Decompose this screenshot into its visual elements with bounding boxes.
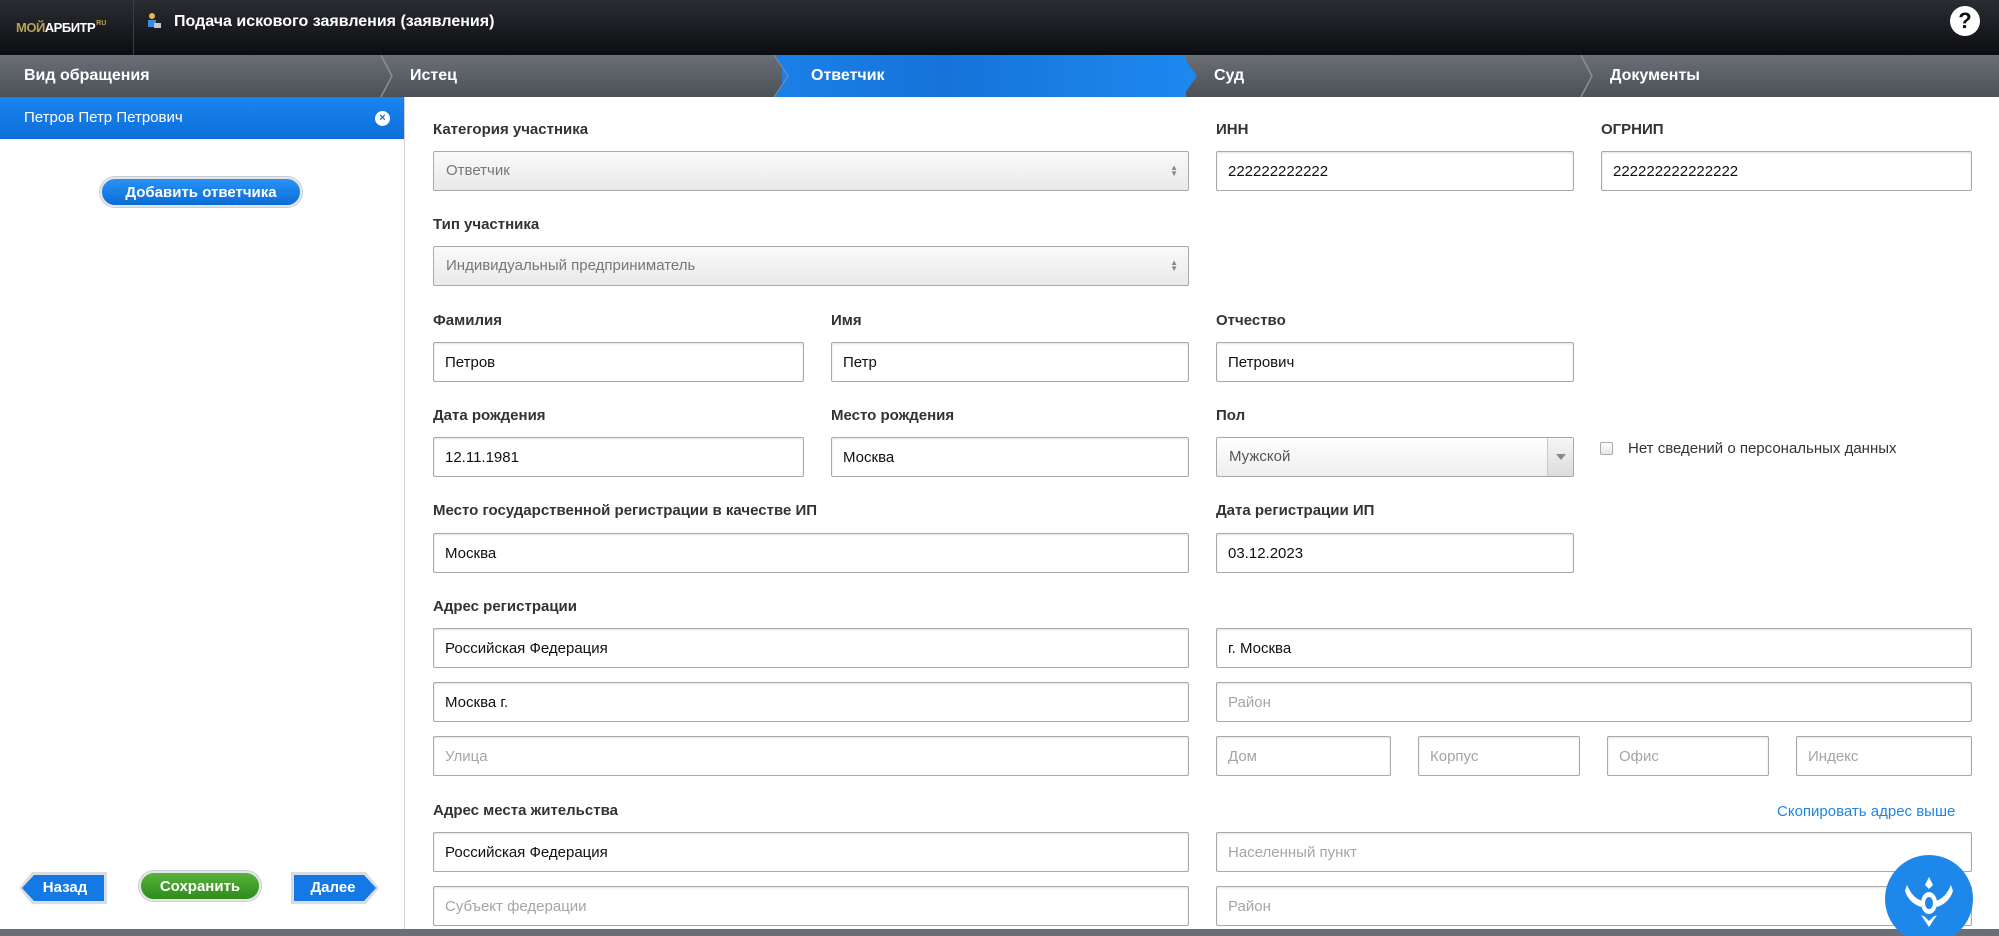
judge-icon (148, 13, 161, 28)
copy-address-link[interactable]: Скопировать адрес выше (1777, 803, 1955, 820)
defendants-sidebar: Петров Петр Петрович × Добавить ответчик… (0, 97, 405, 929)
updown-icon: ▲ ▼ (1170, 258, 1178, 273)
page-title: Подача искового заявления (заявления) (174, 13, 495, 30)
reg-place-field[interactable] (433, 533, 1189, 573)
reg-address-label: Адрес регистрации (433, 598, 578, 615)
residence-address-label: Адрес места жительства (433, 802, 618, 819)
sidebar-item-defendant[interactable]: Петров Петр Петрович (0, 97, 404, 139)
category-select[interactable]: Ответчик ▲ ▼ (433, 151, 1189, 191)
reg-region-field[interactable] (433, 682, 1189, 722)
close-icon[interactable]: × (375, 111, 390, 126)
reg-district-field[interactable] (1216, 682, 1972, 722)
step-court[interactable]: Суд (1190, 55, 1582, 97)
name-label: Имя (831, 312, 862, 329)
updown-icon: ▲ ▼ (1170, 163, 1178, 178)
birth-place-label: Место рождения (831, 407, 955, 424)
residence-locality-field[interactable] (1216, 832, 1972, 872)
reg-street-field[interactable] (433, 736, 1189, 776)
reg-country-field[interactable] (433, 628, 1189, 668)
surname-label: Фамилия (433, 312, 502, 329)
participant-type-label: Тип участника (433, 216, 540, 233)
patronymic-field[interactable] (1216, 342, 1574, 382)
participant-type-select[interactable]: Индивидуальный предприниматель ▲ ▼ (433, 246, 1189, 286)
save-button[interactable]: Сохранить (139, 871, 261, 901)
back-button[interactable]: Назад (22, 873, 108, 903)
reg-place-label: Место государственной регистрации в каче… (433, 502, 818, 519)
residence-subject-field[interactable] (433, 886, 1189, 926)
birth-date-label: Дата рождения (433, 407, 546, 424)
app-logo[interactable]: МОЙ АРБИТР RU (0, 0, 134, 55)
reg-index-field[interactable] (1796, 736, 1972, 776)
step-request-type[interactable]: Вид обращения (0, 55, 382, 97)
help-icon[interactable]: ? (1950, 6, 1980, 36)
residence-district-field[interactable] (1216, 886, 1972, 926)
gender-select-value: Мужской (1229, 448, 1291, 465)
top-header: МОЙ АРБИТР RU Подача искового заявления (з… (0, 0, 1999, 55)
step-documents[interactable]: Документы (1586, 55, 1999, 97)
inn-label: ИНН (1216, 121, 1249, 138)
ogrnip-field[interactable] (1601, 151, 1972, 191)
step-plaintiff[interactable]: Истец (386, 55, 782, 97)
reg-date-field[interactable] (1216, 533, 1574, 573)
logo-text-ru: RU (96, 20, 107, 27)
wizard-steps: Вид обращения Истец Ответчик Суд Докумен… (0, 55, 1999, 97)
category-select-value: Ответчик (446, 162, 510, 179)
patronymic-label: Отчество (1216, 312, 1286, 329)
next-button[interactable]: Далее (290, 873, 376, 903)
step-active-notch-icon (774, 55, 790, 97)
reg-house-field[interactable] (1216, 736, 1391, 776)
birth-date-field[interactable] (433, 437, 804, 477)
gender-label: Пол (1216, 407, 1246, 424)
bottom-bar (0, 929, 1999, 936)
reg-building-field[interactable] (1418, 736, 1580, 776)
no-personal-data-label: Нет сведений о персональных данных (1628, 440, 1897, 457)
logo-text-arbitr: АРБИТР (44, 20, 96, 35)
chevron-down-icon[interactable] (1547, 438, 1573, 476)
birth-place-field[interactable] (831, 437, 1189, 477)
eagle-emblem-icon (1905, 877, 1953, 927)
reg-city-field[interactable] (1216, 628, 1972, 668)
sidebar-item-label: Петров Петр Петрович (24, 109, 183, 126)
step-defendant[interactable]: Ответчик (782, 55, 1186, 97)
logo-text-moi: МОЙ (16, 20, 45, 35)
inn-field[interactable] (1216, 151, 1574, 191)
ogrnip-label: ОГРНИП (1601, 121, 1664, 138)
residence-country-field[interactable] (433, 832, 1189, 872)
emblem-help-button[interactable] (1885, 855, 1973, 936)
category-label: Категория участника (433, 121, 589, 138)
name-field[interactable] (831, 342, 1189, 382)
reg-date-label: Дата регистрации ИП (1216, 502, 1375, 519)
add-defendant-button[interactable]: Добавить ответчика (100, 177, 302, 207)
reg-office-field[interactable] (1607, 736, 1769, 776)
gender-select[interactable]: Мужской (1216, 437, 1574, 477)
no-personal-data-checkbox[interactable] (1600, 442, 1613, 455)
surname-field[interactable] (433, 342, 804, 382)
participant-type-select-value: Индивидуальный предприниматель (446, 257, 696, 274)
